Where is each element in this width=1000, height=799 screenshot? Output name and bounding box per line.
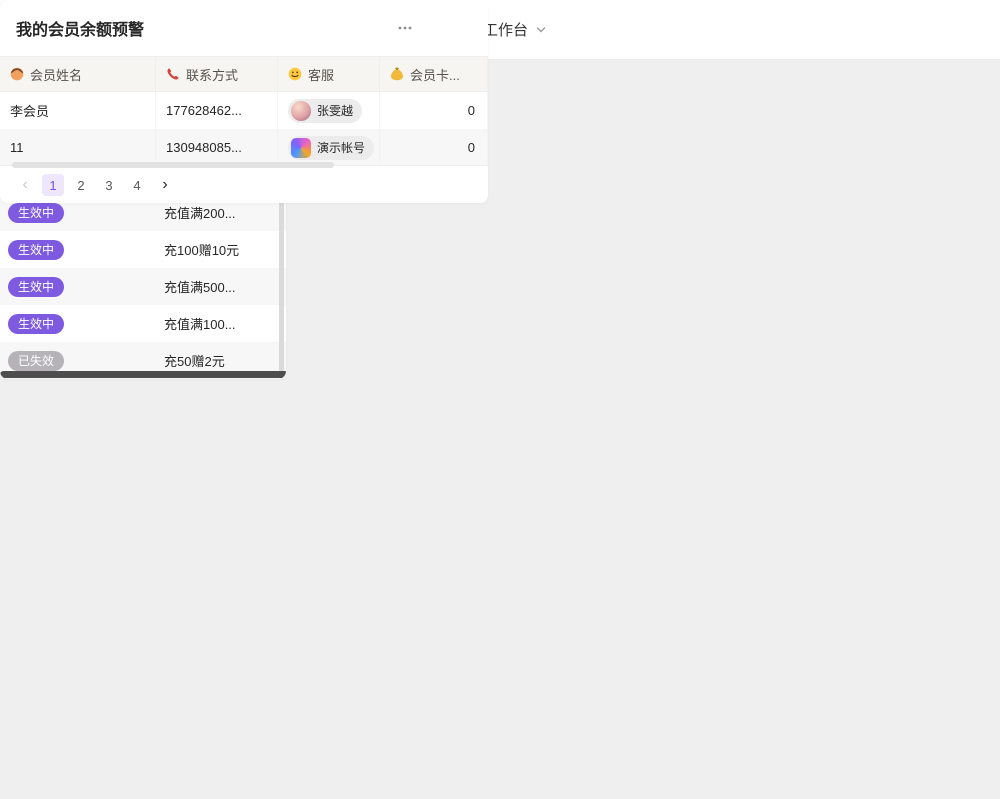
policy-name-cell: 充50赠2元 [162, 351, 286, 370]
phone-icon [166, 67, 180, 81]
column-header-service[interactable]: 客服 [278, 57, 380, 91]
avatar [291, 101, 311, 121]
service-cell: 演示帐号 [278, 129, 380, 166]
column-header-member-card[interactable]: 会员卡... [380, 57, 488, 91]
column-header-member-name[interactable]: 会员姓名 [0, 57, 156, 91]
table-row[interactable]: 生效中 充值满500... [0, 268, 286, 305]
balance-table-header: 会员姓名 联系方式 客服 会员卡... [0, 56, 488, 92]
service-cell: 张雯越 [278, 92, 380, 129]
balance-cell: 0 [380, 92, 488, 129]
balance-alert-card: 我的会员余额预警 会员姓名 联系方式 客服 会员卡 [0, 0, 488, 203]
status-badge: 生效中 [8, 240, 64, 260]
pagination-page-4[interactable]: 4 [126, 174, 148, 196]
table-row[interactable]: 李会员 177628462... 张雯越 0 [0, 92, 488, 129]
member-name-cell: 李会员 [0, 92, 156, 129]
status-badge: 已失效 [8, 351, 64, 371]
policy-name-cell: 充值满200... [162, 203, 286, 222]
pagination-prev[interactable]: ‹ [14, 174, 36, 196]
policy-name-cell: 充100赠10元 [162, 240, 286, 259]
policy-name-cell: 充值满100... [162, 314, 286, 333]
policy-name-cell: 充值满500... [162, 277, 286, 296]
table-footer: ‹ 1 2 3 4 › [0, 165, 488, 203]
horizontal-scrollbar[interactable] [12, 162, 334, 168]
member-name-cell: 11 [0, 129, 156, 166]
horizontal-scrollbar[interactable] [0, 371, 286, 378]
moneybag-icon [390, 67, 404, 81]
pagination-next[interactable]: › [154, 174, 176, 196]
status-badge: 生效中 [8, 314, 64, 334]
balance-alert-title: 我的会员余额预警 [16, 16, 144, 40]
pagination-page-1[interactable]: 1 [42, 174, 64, 196]
chevron-down-icon[interactable] [535, 24, 547, 36]
contact-cell: 130948085... [156, 129, 278, 166]
pagination: ‹ 1 2 3 4 › [14, 174, 176, 196]
column-header-contact[interactable]: 联系方式 [156, 57, 278, 91]
avatar [291, 138, 311, 158]
service-name: 张雯越 [317, 102, 353, 119]
member-face-icon [10, 67, 24, 81]
status-badge: 生效中 [8, 203, 64, 223]
balance-cell: 0 [380, 129, 488, 166]
table-row[interactable]: 11 130948085... 演示帐号 0 [0, 129, 488, 166]
contact-cell: 177628462... [156, 92, 278, 129]
table-row[interactable]: 生效中 充值满100... [0, 305, 286, 342]
table-row[interactable]: 生效中 充100赠10元 [0, 231, 286, 268]
pagination-page-2[interactable]: 2 [70, 174, 92, 196]
service-pill: 演示帐号 [288, 136, 374, 160]
status-badge: 生效中 [8, 277, 64, 297]
pagination-page-3[interactable]: 3 [98, 174, 120, 196]
service-pill: 张雯越 [288, 99, 362, 123]
service-name: 演示帐号 [317, 139, 365, 156]
smiley-icon [288, 67, 302, 81]
more-icon[interactable] [396, 19, 414, 37]
